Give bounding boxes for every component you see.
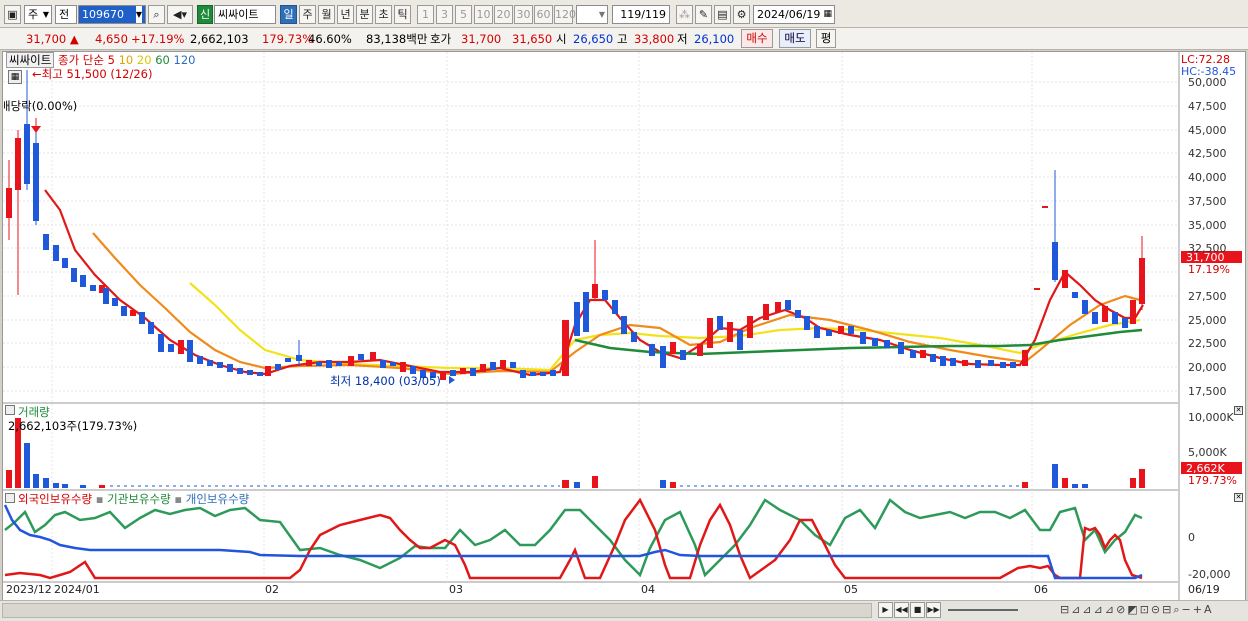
low-note-text: 최저 18,400 (03/05) [330, 374, 441, 388]
x-label-03: 03 [449, 583, 463, 596]
rate-tag: 17.19% [1188, 263, 1230, 276]
fast-forward-icon[interactable]: ▶▶ [926, 602, 941, 618]
y-tick-20000: 20,000 [1188, 361, 1227, 374]
volume-value: 2,662,103주(179.73%) [8, 419, 138, 433]
x-label-2023-12: 2023/12 [6, 583, 52, 596]
close-icon[interactable]: ✕ [1234, 493, 1243, 502]
volume-bars [6, 418, 1145, 488]
bottom-bar: ▶ ◀◀ ■ ▶▶ ⊟⊿⊿⊿⊿⊘◩⊡⊝⊟⌕−+A [0, 600, 1248, 621]
stop-icon[interactable]: ■ [910, 602, 925, 618]
ma120-label: 120 [173, 53, 196, 67]
y-tick-45000: 45,000 [1188, 124, 1227, 137]
high-note-text: 최고 51,500 (12/26) [41, 67, 153, 81]
ma-legend-label: 종가 단순 [57, 53, 104, 67]
institution-holding-line [4, 498, 1143, 578]
ma20-label: 20 [136, 53, 152, 67]
holdings-panel-toggle[interactable] [5, 493, 15, 503]
hold-tick-0: 0 [1188, 531, 1195, 544]
y-tick-35000: 35,000 [1188, 219, 1227, 232]
x-label-06: 06 [1034, 583, 1048, 596]
vol-tick-10000k: 10,000K [1188, 411, 1234, 424]
holdings-legend: 외국인보유수량 ▪ 기관보유수량 ▪ 개인보유수량 [18, 492, 250, 506]
y-tick-27500: 27,500 [1188, 290, 1227, 303]
volume-ratio-tag: 179.73% [1188, 474, 1237, 487]
scrollbar[interactable] [2, 603, 872, 618]
rewind-icon[interactable]: ◀◀ [894, 602, 909, 618]
y-tick-17500: 17,500 [1188, 385, 1227, 398]
y-tick-42500: 42,500 [1188, 147, 1227, 160]
low-note: 최저 18,400 (03/05) [330, 373, 441, 389]
zoom-slider[interactable] [948, 609, 1018, 611]
ma60-label: 60 [155, 53, 170, 67]
institution-legend: 기관보유수량 [107, 492, 171, 506]
x-label-04: 04 [641, 583, 655, 596]
chart-svg [3, 52, 1242, 600]
play-icon[interactable]: ▶ [878, 602, 893, 618]
x-label-05: 05 [844, 583, 858, 596]
volume-panel-toggle[interactable] [5, 405, 15, 415]
y-tick-25000: 25,000 [1188, 314, 1227, 327]
vol-tick-5000k: 5,000K [1188, 446, 1227, 459]
x-label-02: 02 [265, 583, 279, 596]
y-tick-22500: 22,500 [1188, 337, 1227, 350]
x-label-2024-01: 2024/01 [54, 583, 100, 596]
y-tick-50000: 50,000 [1188, 76, 1227, 89]
x-label-06-19: 06/19 [1188, 583, 1220, 596]
dividend-note: 배당락(0.00%) [0, 99, 78, 113]
high-note: ←최고 51,500 (12/26) [32, 67, 153, 81]
ma5-label: 5 [107, 53, 115, 67]
close-icon[interactable]: ✕ [1234, 406, 1243, 415]
y-tick-37500: 37,500 [1188, 195, 1227, 208]
table-icon[interactable]: ▦ [8, 70, 22, 84]
y-tick-47500: 47,500 [1188, 100, 1227, 113]
drawing-tools[interactable]: ⊟⊿⊿⊿⊿⊘◩⊡⊝⊟⌕−+A [1060, 603, 1213, 617]
low-marker [449, 376, 455, 384]
individual-legend: 개인보유수량 [185, 492, 250, 506]
ma10-label: 10 [118, 53, 134, 67]
y-tick-40000: 40,000 [1188, 171, 1227, 184]
hold-tick-neg20000: -20,000 [1188, 568, 1231, 581]
foreign-legend: 외국인보유수량 [18, 492, 93, 506]
